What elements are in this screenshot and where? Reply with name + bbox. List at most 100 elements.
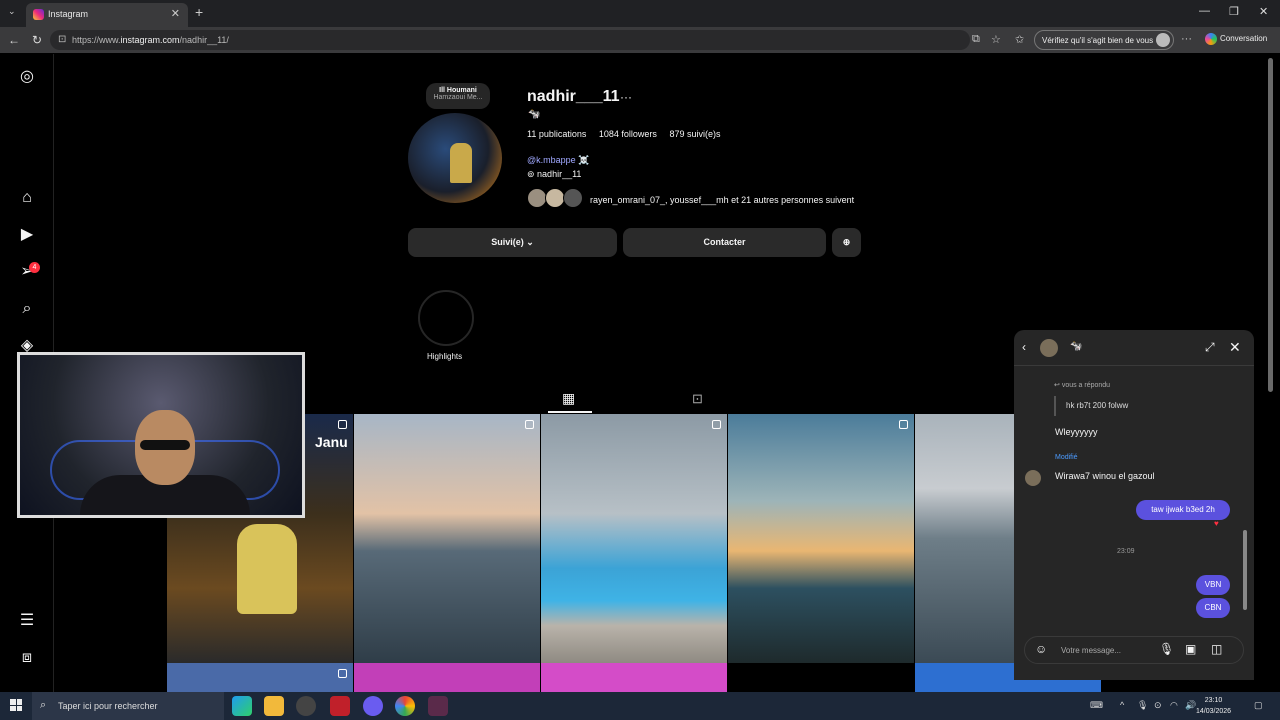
followed-by-text[interactable]: rayen_omrani_07_, youssef___mh et 21 aut… [590, 195, 854, 205]
options-icon[interactable]: ··· [620, 90, 632, 104]
chrome-icon[interactable] [395, 696, 415, 716]
publications-count: 11 publications [527, 129, 587, 139]
following-button[interactable]: Suivi(e) ⌄ [408, 228, 617, 257]
address-bar[interactable]: ⊡ https://www.instagram.com/nadhir__11/ [50, 30, 970, 50]
taskbar: ⌕ Taper ici pour rechercher ⌨ ^ 🎙 ⊙ ◠ 🔊 … [0, 692, 1280, 720]
profile-username: nadhir___11 [527, 88, 620, 105]
page-scrollbar[interactable] [1268, 58, 1273, 392]
close-icon[interactable]: ✕ [1229, 339, 1241, 356]
volume-icon[interactable]: 🔊 [1185, 700, 1196, 711]
message-composer[interactable]: ☺ Votre message... 🎙 ▣ ◫ [1024, 636, 1244, 664]
back-icon[interactable]: ← [8, 33, 20, 47]
image-icon[interactable]: ▣ [1185, 642, 1196, 656]
add-user-icon: ⊕ [842, 237, 851, 247]
post-thumbnail[interactable] [167, 663, 353, 692]
minimize-icon[interactable]: — [1199, 5, 1210, 17]
show-hidden-icon[interactable]: ^ [1120, 700, 1124, 710]
message-input[interactable]: Votre message... [1061, 646, 1121, 655]
copilot-conversation-button[interactable]: Conversation [1205, 33, 1267, 45]
restore-icon[interactable]: ❐ [1229, 5, 1239, 18]
incoming-message[interactable]: Wirawa7 winou el gazoul [1055, 471, 1155, 481]
tab-title: Instagram [48, 9, 89, 19]
wifi-icon[interactable]: ◠ [1170, 700, 1178, 711]
following-count[interactable]: 879 suivi(e)s [669, 129, 720, 139]
search-icon[interactable]: ⌕ [17, 299, 37, 319]
url-text[interactable]: https://www.instagram.com/nadhir__11/ [72, 35, 229, 45]
carousel-icon [899, 420, 908, 429]
microphone-tray-icon[interactable]: 🎙 [1137, 700, 1148, 711]
home-icon[interactable]: ⌂ [17, 188, 37, 208]
favorites-icon[interactable]: ✩ [1015, 33, 1024, 46]
follower-avatar [563, 188, 583, 208]
reels-icon[interactable]: ▶ [17, 225, 37, 245]
dm-header-emoji: 🐄 [1070, 341, 1083, 352]
post-thumbnail[interactable] [728, 414, 914, 663]
file-explorer-icon[interactable] [264, 696, 284, 716]
instagram-logo-icon[interactable]: ◎ [17, 67, 37, 87]
taskbar-search-placeholder: Taper ici pour rechercher [58, 701, 158, 711]
menu-icon[interactable]: ☰ [17, 611, 37, 631]
carousel-icon [338, 420, 347, 429]
emoji-icon[interactable]: ☺ [1035, 642, 1047, 656]
post-thumbnail[interactable] [354, 414, 540, 663]
edited-label: Modifié [1055, 454, 1078, 461]
tab-instagram[interactable]: Instagram ✕ [26, 3, 188, 27]
windows-start-icon[interactable] [10, 699, 22, 711]
active-tab-indicator [548, 411, 592, 413]
notifications-icon[interactable]: ▢ [1254, 700, 1263, 711]
adobe-icon[interactable] [330, 696, 350, 716]
profile-verify-button[interactable]: Vérifiez qu'il s'agit bien de vous [1034, 30, 1174, 50]
outgoing-message[interactable]: taw ijwak b3ed 2h [1136, 500, 1230, 520]
avatar[interactable] [1040, 339, 1058, 357]
app-icon[interactable] [428, 696, 448, 716]
followers-count[interactable]: 1084 followers [599, 129, 657, 139]
highlight-label: Highlights [427, 352, 463, 361]
refresh-icon[interactable]: ↻ [32, 33, 42, 47]
follower-avatar [527, 188, 547, 208]
also-from-meta-icon[interactable]: ⧈ [17, 648, 37, 668]
bio-mention[interactable]: @k.mbappe ☠️ [527, 155, 589, 166]
site-info-icon[interactable]: ⊡ [58, 34, 66, 45]
threads-link[interactable]: ⊚ nadhir__11 [527, 169, 581, 180]
highlight-circle[interactable] [418, 290, 474, 346]
dm-header: ‹ 🐄 ⤢ ✕ [1014, 330, 1254, 366]
favorite-star-icon[interactable]: ☆ [991, 33, 1001, 46]
post-thumbnail[interactable] [354, 663, 540, 692]
carousel-icon [525, 420, 534, 429]
post-thumbnail[interactable] [541, 414, 727, 663]
dm-scrollbar[interactable] [1243, 530, 1247, 610]
obs-icon[interactable] [296, 696, 316, 716]
outgoing-message[interactable]: CBN [1196, 598, 1230, 618]
post-thumbnail[interactable] [915, 414, 1014, 663]
incoming-message[interactable]: Wleyyyyyy [1055, 427, 1098, 437]
network-icon[interactable]: ⊙ [1154, 700, 1162, 711]
post-overlay-text: Janu [315, 434, 348, 450]
reader-view-icon[interactable]: ⧉ [972, 33, 980, 46]
profile-note[interactable]: Ill Houmani Hamzaoui Me... [426, 83, 490, 109]
post-thumbnail[interactable] [541, 663, 727, 692]
profile-picture[interactable] [408, 113, 502, 203]
discord-icon[interactable] [363, 696, 383, 716]
taskbar-search[interactable]: ⌕ Taper ici pour rechercher [32, 692, 224, 720]
tab-actions-icon[interactable]: ⌄ [8, 6, 16, 17]
taskbar-clock[interactable]: 23:10 14/03/2026 [1196, 695, 1231, 717]
edge-icon[interactable] [232, 696, 252, 716]
sticker-icon[interactable]: ◫ [1211, 642, 1222, 656]
outgoing-message[interactable]: VBN [1196, 575, 1230, 595]
suggest-user-button[interactable]: ⊕ [832, 228, 861, 257]
keyboard-icon[interactable]: ⌨ [1090, 700, 1103, 711]
microphone-icon[interactable]: 🎙 [1159, 642, 1174, 656]
more-menu-icon[interactable]: ··· [1181, 33, 1192, 45]
new-tab-icon[interactable]: + [195, 4, 203, 20]
profile-stats: 11 publications 1084 followers 879 suivi… [527, 129, 730, 139]
expand-icon[interactable]: ⤢ [1205, 340, 1215, 355]
close-tab-icon[interactable]: ✕ [171, 7, 180, 20]
contact-button[interactable]: Contacter [623, 228, 826, 257]
close-window-icon[interactable]: ✕ [1259, 5, 1268, 18]
tagged-tab-icon[interactable]: ⊡ [692, 391, 703, 407]
search-icon: ⌕ [40, 699, 47, 711]
webcam-overlay [17, 352, 305, 518]
dm-panel: ‹ 🐄 ⤢ ✕ ↩ vous a répondu hk rb7t 200 fol… [1014, 330, 1254, 680]
back-chevron-icon[interactable]: ‹ [1022, 340, 1026, 354]
posts-grid-tab-icon[interactable]: ▦ [562, 390, 575, 407]
